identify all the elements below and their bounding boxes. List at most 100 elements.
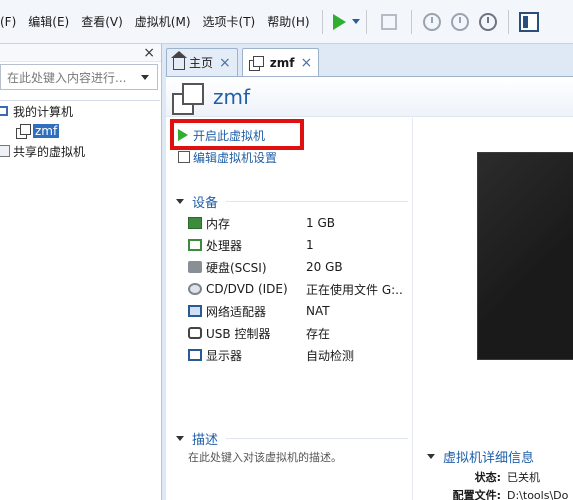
- close-icon[interactable]: ×: [143, 44, 155, 62]
- device-name: 显示器: [206, 348, 243, 363]
- revert-snapshot-icon: [450, 12, 469, 31]
- tree-item-vm[interactable]: zmf: [0, 121, 160, 141]
- chevron-down-icon: [176, 435, 184, 441]
- display-icon: [188, 349, 202, 361]
- vm-preview-column: 虚拟机详细信息 状态: 已关机 配置文件: D:\tools\Do: [412, 118, 573, 500]
- close-icon[interactable]: ×: [300, 55, 312, 71]
- cd-dvd-icon: [188, 283, 202, 295]
- tab-label: 主页: [189, 56, 214, 70]
- tree-item-my-computer[interactable]: 我的计算机: [0, 101, 160, 121]
- send-keys-icon: [380, 13, 397, 30]
- search-placeholder: 在此处键入内容进行...: [7, 70, 127, 85]
- section-divider: [226, 438, 408, 439]
- edit-settings-link[interactable]: 编辑虚拟机设置: [178, 148, 277, 166]
- device-value: NAT: [306, 304, 330, 318]
- home-icon: [171, 51, 187, 70]
- library-tree: 我的计算机 zmf 共享的虚拟机: [0, 100, 160, 161]
- vm-details-label: 虚拟机详细信息: [443, 451, 535, 466]
- tree-item-label: 共享的虚拟机: [13, 144, 86, 159]
- memory-icon: [188, 217, 202, 229]
- chevron-down-icon[interactable]: [351, 19, 360, 24]
- vm-title: zmf: [213, 85, 251, 109]
- description-header-label: 描述: [192, 432, 219, 448]
- usb-icon: [188, 327, 202, 339]
- device-row-processor[interactable]: 处理器 1: [188, 234, 408, 256]
- tab-home[interactable]: 主页 ×: [166, 48, 238, 76]
- detail-value: D:\tools\Do: [507, 488, 569, 500]
- library-search-input[interactable]: 在此处键入内容进行...: [0, 64, 158, 90]
- menu-edit[interactable]: 编辑(E): [22, 0, 75, 44]
- power-on-toolbar-button[interactable]: [329, 8, 360, 36]
- detail-row-state: 状态: 已关机: [447, 468, 540, 486]
- chevron-down-icon[interactable]: [141, 74, 149, 80]
- device-name: 硬盘(SCSI): [206, 260, 267, 275]
- menu-help[interactable]: 帮助(H): [261, 0, 315, 44]
- detail-key: 配置文件:: [452, 489, 501, 500]
- vm-icon: [248, 56, 264, 71]
- menu-file[interactable]: (F): [0, 0, 22, 44]
- device-row-hard-disk[interactable]: 硬盘(SCSI) 20 GB: [188, 256, 408, 278]
- detail-key: 状态:: [474, 471, 501, 484]
- device-value: 20 GB: [306, 260, 343, 274]
- tree-item-label: 我的计算机: [13, 104, 74, 119]
- detail-row-config: 配置文件: D:\tools\Do: [447, 486, 569, 500]
- device-name: 内存: [206, 216, 231, 231]
- tab-bar: 主页 × zmf ×: [166, 48, 323, 77]
- snapshot-manager-icon: [478, 12, 497, 31]
- vm-screen-thumbnail[interactable]: [477, 152, 573, 360]
- detail-value: 已关机: [507, 471, 540, 484]
- device-value: 1 GB: [306, 216, 335, 230]
- processor-icon: [188, 239, 202, 251]
- vm-details-header[interactable]: 虚拟机详细信息: [427, 447, 534, 466]
- device-name: USB 控制器: [206, 326, 271, 341]
- edit-settings-label: 编辑虚拟机设置: [193, 150, 278, 165]
- tab-label: zmf: [269, 56, 295, 70]
- chevron-down-icon: [427, 454, 435, 459]
- device-row-network[interactable]: 网络适配器 NAT: [188, 300, 408, 322]
- library-panel: × 在此处键入内容进行... 我的计算机 zmf 共享的虚拟机: [0, 44, 162, 500]
- take-snapshot-button[interactable]: [418, 8, 446, 36]
- chevron-down-icon: [176, 198, 184, 204]
- close-icon[interactable]: ×: [219, 55, 231, 71]
- device-value: 正在使用文件 G:...: [306, 282, 404, 297]
- vm-icon: [172, 83, 204, 115]
- devices-section-header[interactable]: 设备: [176, 191, 218, 211]
- device-row-cd-dvd[interactable]: CD/DVD (IDE) 正在使用文件 G:...: [188, 278, 408, 300]
- section-divider: [226, 201, 408, 202]
- device-value: 自动检测: [306, 348, 355, 363]
- menu-vm[interactable]: 虚拟机(M): [129, 0, 197, 44]
- device-value: 存在: [306, 326, 331, 341]
- computer-icon: [0, 106, 8, 116]
- menu-view[interactable]: 查看(V): [75, 0, 129, 44]
- shared-vms-icon: [0, 145, 10, 157]
- toolbar-separator: [410, 9, 412, 34]
- highlight-box: [170, 119, 304, 150]
- send-keys-button[interactable]: [373, 8, 405, 36]
- show-library-button[interactable]: [515, 8, 539, 36]
- device-value: 1: [306, 238, 314, 252]
- network-adapter-icon: [188, 305, 202, 317]
- menu-tabs[interactable]: 选项卡(T): [197, 0, 262, 44]
- tree-item-shared-vms[interactable]: 共享的虚拟机: [0, 141, 160, 161]
- devices-header-label: 设备: [192, 195, 219, 211]
- device-name: 网络适配器: [206, 304, 267, 319]
- vm-details-column: 开启此虚拟机 编辑虚拟机设置 设备 内存 1 GB 处理器 1 硬盘(SCSI)…: [166, 118, 411, 500]
- description-section-header[interactable]: 描述: [176, 428, 218, 448]
- tab-zmf[interactable]: zmf ×: [241, 48, 320, 77]
- edit-settings-icon: [178, 151, 190, 163]
- device-name: 处理器: [206, 238, 243, 253]
- snapshot-manager-button[interactable]: [474, 8, 502, 36]
- device-row-memory[interactable]: 内存 1 GB: [188, 212, 408, 234]
- description-input[interactable]: 在此处键入对该虚拟机的描述。: [188, 449, 342, 465]
- toolbar-separator: [507, 9, 509, 34]
- toolbar-separator: [321, 9, 323, 34]
- vm-icon: [16, 124, 31, 139]
- device-row-display[interactable]: 显示器 自动检测: [188, 344, 408, 366]
- hard-disk-icon: [188, 261, 202, 273]
- device-name: CD/DVD (IDE): [206, 282, 288, 296]
- revert-snapshot-button[interactable]: [446, 8, 474, 36]
- device-row-usb[interactable]: USB 控制器 存在: [188, 322, 408, 344]
- snapshot-icon: [422, 12, 441, 31]
- play-icon: [332, 13, 346, 30]
- library-view-icon: [518, 11, 539, 32]
